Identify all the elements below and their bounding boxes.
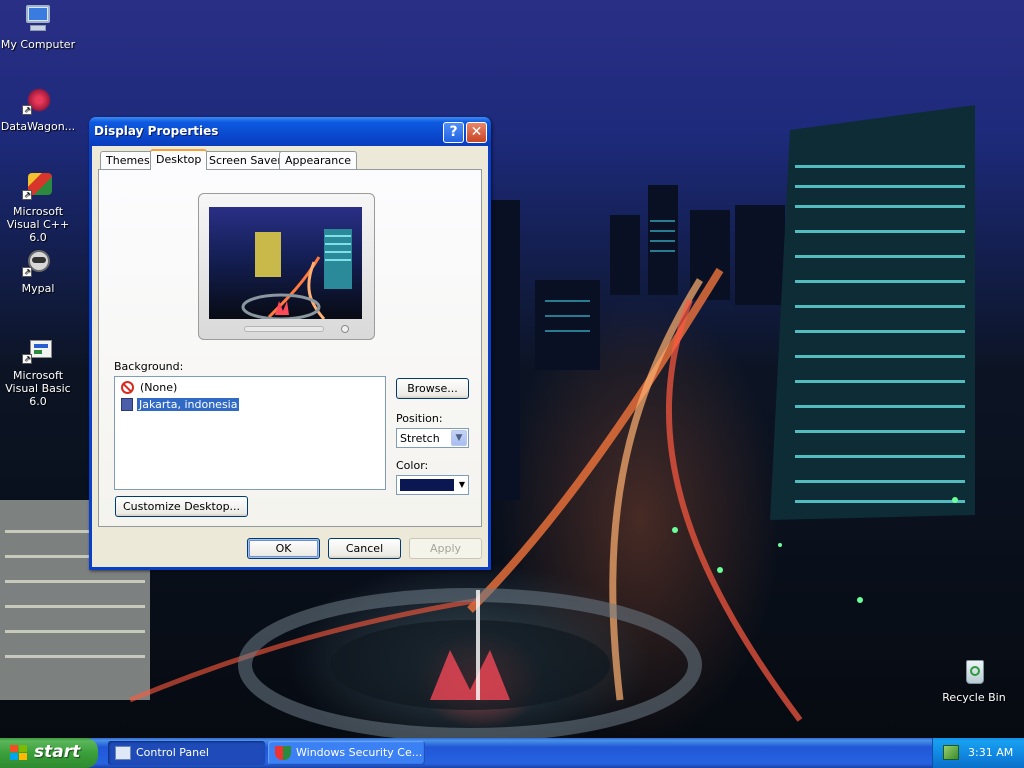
recycle-bin-icon [958, 656, 990, 688]
chevron-down-icon: ▼ [451, 430, 467, 446]
my-computer-icon [22, 3, 54, 35]
desktop-icon-visual-cpp[interactable]: ↗ Microsoft Visual C++ 6.0 [0, 170, 78, 244]
windows-logo-icon [10, 745, 28, 761]
system-tray: 3:31 AM [932, 738, 1024, 768]
monitor-power-icon [341, 325, 349, 333]
taskbar-item-control-panel[interactable]: Control Panel [108, 741, 265, 765]
background-item-none[interactable]: (None) [121, 380, 179, 394]
desktop-tab-panel: Background: (None) Jakarta, indonesia Br… [98, 169, 482, 527]
mypal-icon: ↗ [22, 247, 54, 279]
desktop-icon-label: Microsoft Visual C++ 6.0 [6, 205, 70, 244]
customize-desktop-button[interactable]: Customize Desktop... [115, 496, 248, 517]
position-label: Position: [396, 412, 443, 425]
visual-cpp-icon: ↗ [22, 170, 54, 202]
shortcut-arrow-icon: ↗ [22, 190, 32, 200]
tab-themes[interactable]: Themes [100, 151, 156, 169]
background-list[interactable]: (None) Jakarta, indonesia [114, 376, 386, 490]
taskbar: start Control Panel Windows Security Ce.… [0, 738, 1024, 768]
desktop-icon-my-computer[interactable]: My Computer [0, 3, 78, 51]
taskbar-item-windows-security[interactable]: Windows Security Ce... [268, 741, 425, 765]
color-label: Color: [396, 459, 429, 472]
color-swatch [400, 479, 454, 491]
desktop-icon-recycle-bin[interactable]: Recycle Bin [934, 656, 1014, 704]
window-titlebar[interactable]: Display Properties ? ✕ [89, 117, 491, 146]
apply-button: Apply [409, 538, 482, 559]
wallpaper-preview [209, 207, 362, 319]
clock[interactable]: 3:31 AM [968, 746, 1013, 759]
shortcut-arrow-icon: ↗ [22, 105, 32, 115]
help-button[interactable]: ? [443, 122, 464, 143]
display-properties-window: Display Properties ? ✕ Themes Desktop Sc… [89, 117, 491, 570]
position-value: Stretch [400, 432, 440, 445]
background-label: Background: [114, 360, 184, 373]
help-icon: ? [449, 124, 458, 140]
start-button[interactable]: start [0, 738, 98, 768]
background-item-jakarta[interactable]: Jakarta, indonesia [121, 396, 241, 412]
window-client-area: Themes Desktop Screen Saver Appearance B… [92, 146, 488, 567]
image-file-icon [121, 397, 133, 411]
security-shield-icon [275, 746, 291, 760]
ok-button[interactable]: OK [247, 538, 320, 559]
desktop-icon-label: Mypal [21, 282, 55, 295]
shortcut-arrow-icon: ↗ [22, 354, 32, 364]
close-button[interactable]: ✕ [466, 122, 487, 143]
chevron-down-icon: ▼ [458, 480, 465, 489]
window-title: Display Properties [94, 124, 219, 138]
desktop-icon-datawagon[interactable]: ↗ DataWagon... [0, 85, 78, 133]
tab-appearance[interactable]: Appearance [279, 151, 358, 169]
shortcut-arrow-icon: ↗ [22, 267, 32, 277]
close-icon: ✕ [470, 124, 483, 140]
network-icon[interactable] [943, 745, 959, 760]
desktop-icon-mypal[interactable]: ↗ Mypal [0, 247, 78, 295]
start-label: start [34, 742, 81, 762]
monitor-preview [198, 193, 375, 340]
desktop-icon-label: My Computer [0, 38, 76, 51]
tab-screen-saver[interactable]: Screen Saver [203, 151, 288, 169]
desktop-icon-label: Microsoft Visual Basic 6.0 [5, 369, 71, 408]
control-panel-icon [115, 746, 131, 760]
desktop-icon-label: Recycle Bin [942, 691, 1006, 704]
desktop-icon-label: DataWagon... [0, 120, 76, 133]
tab-desktop[interactable]: Desktop [150, 149, 208, 170]
browse-button[interactable]: Browse... [396, 378, 469, 399]
color-picker-button[interactable]: ▼ [396, 475, 469, 495]
visual-basic-icon: ↗ [22, 334, 54, 366]
desktop-icon-visual-basic[interactable]: ↗ Microsoft Visual Basic 6.0 [0, 334, 78, 408]
datawagon-icon: ↗ [22, 85, 54, 117]
cancel-button[interactable]: Cancel [328, 538, 401, 559]
position-select[interactable]: Stretch ▼ [396, 428, 469, 448]
none-icon [121, 380, 134, 394]
